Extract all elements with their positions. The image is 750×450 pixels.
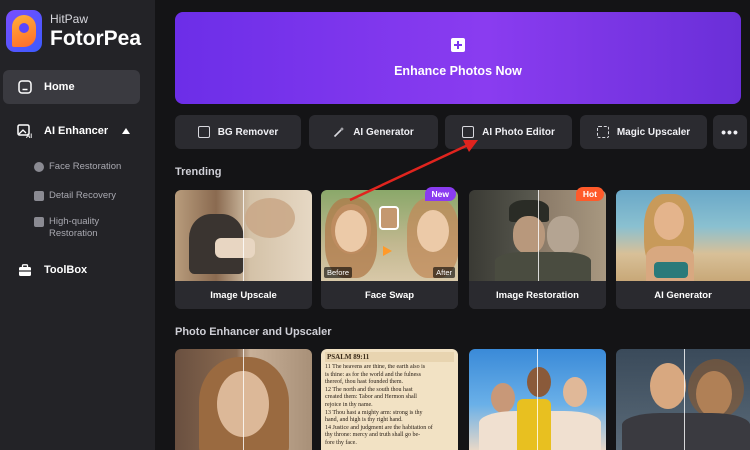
app-window: HitPaw FotorPea Home AI AI Enhancer Face…	[0, 0, 750, 450]
enhance-photos-label: Enhance Photos Now	[394, 64, 522, 78]
book-heading: PSALM 89:11	[325, 352, 454, 362]
section-title-trending: Trending	[175, 166, 222, 178]
book-text-line: rejoice in thy name.	[325, 401, 373, 408]
ai-generator-button[interactable]: AI Generator	[309, 115, 438, 149]
before-tag: Before	[324, 267, 353, 278]
enhance-photos-button[interactable]: Enhance Photos Now	[175, 12, 741, 104]
bg-remover-icon	[197, 126, 210, 138]
fotorpea-logo-icon	[6, 10, 42, 52]
card-image-restoration[interactable]: Image Restoration Hot	[469, 187, 606, 309]
book-text-line: 11 The heavens are thine, the earth also…	[325, 364, 426, 370]
sidebar-subitem-detail-recovery[interactable]: Detail Recovery	[34, 190, 116, 202]
sidebar-item-home[interactable]: Home	[3, 70, 140, 104]
sidebar: HitPaw FotorPea Home AI AI Enhancer Face…	[0, 0, 155, 450]
brand-company: HitPaw	[50, 12, 89, 26]
sidebar-item-label: AI Enhancer	[44, 125, 109, 137]
more-tools-button[interactable]: •••	[713, 115, 747, 149]
book-text-line: 12 The north and the south thou hast	[325, 386, 413, 393]
face-swap-thumbnail: Before After	[321, 190, 458, 281]
after-tag: After	[433, 267, 455, 278]
book-text-lines: 11 The heavens are thine, the earth also…	[325, 364, 454, 448]
sidebar-item-label: ToolBox	[44, 264, 88, 276]
book-text-line: 13 Thou hast a mighty arm: strong is thy	[325, 409, 423, 416]
book-text-line: created them: Tabor and Hermon shall	[325, 394, 417, 401]
sidebar-subitem-face-restoration[interactable]: Face Restoration	[34, 161, 121, 173]
ai-generator-thumbnail	[616, 190, 750, 281]
brand: HitPaw FotorPea	[6, 10, 141, 52]
card-face-swap[interactable]: Before After Face Swap New	[321, 187, 458, 309]
sidebar-subitem-high-quality-restoration[interactable]: High-quality Restoration	[34, 216, 99, 240]
ai-image-icon: AI	[17, 123, 33, 139]
photo-card-couple[interactable]	[616, 349, 750, 450]
photo-card-group[interactable]	[469, 349, 606, 450]
book-text-line: hand, and high is thy right hand.	[325, 417, 403, 424]
photo-edit-icon	[462, 126, 475, 138]
brand-product: FotorPea	[50, 27, 142, 50]
new-badge: New	[424, 187, 456, 201]
svg-text:AI: AI	[26, 134, 32, 138]
book-text-line: thy throne: mercy and truth shall go be-	[325, 432, 421, 439]
toolbox-icon	[17, 262, 33, 278]
sidebar-item-label: Home	[44, 81, 75, 93]
sidebar-item-toolbox[interactable]: ToolBox	[3, 253, 140, 287]
magic-wand-icon	[333, 126, 345, 138]
image-upscale-thumbnail	[175, 190, 312, 281]
book-text-line: thereof, thou hast founded them.	[325, 379, 403, 386]
sidebar-item-ai-enhancer[interactable]: AI AI Enhancer	[3, 114, 140, 148]
restore-icon	[34, 217, 44, 227]
book-text-line: 14 Justice and judgment are the habitati…	[325, 424, 433, 431]
photo-card-book-text[interactable]: PSALM 89:11 11 The heavens are thine, th…	[321, 349, 458, 450]
image-icon	[34, 191, 44, 201]
card-label: Face Swap	[321, 281, 458, 309]
image-restoration-thumbnail	[469, 190, 606, 281]
card-label: Image Restoration	[469, 281, 606, 309]
card-label: Image Upscale	[210, 289, 277, 301]
hot-badge: Hot	[575, 187, 604, 201]
section-title-photo-enhancer: Photo Enhancer and Upscaler	[175, 326, 332, 338]
home-icon	[17, 79, 33, 95]
plus-icon	[451, 38, 465, 52]
card-image-upscale[interactable]: Image Upscale	[175, 190, 312, 309]
upscale-icon	[596, 126, 609, 138]
card-ai-generator[interactable]: AI Generator	[616, 190, 750, 309]
card-label: AI Generator	[654, 289, 712, 301]
face-icon	[34, 162, 44, 172]
book-text-line: fore thy face.	[325, 439, 357, 446]
chevron-up-icon[interactable]	[122, 128, 131, 134]
main-content: Enhance Photos Now BG Remover AI Generat…	[155, 0, 750, 450]
magic-upscaler-button[interactable]: Magic Upscaler	[580, 115, 707, 149]
bg-remover-button[interactable]: BG Remover	[175, 115, 301, 149]
photo-card-portrait[interactable]	[175, 349, 312, 450]
ai-photo-editor-button[interactable]: AI Photo Editor	[445, 115, 572, 149]
